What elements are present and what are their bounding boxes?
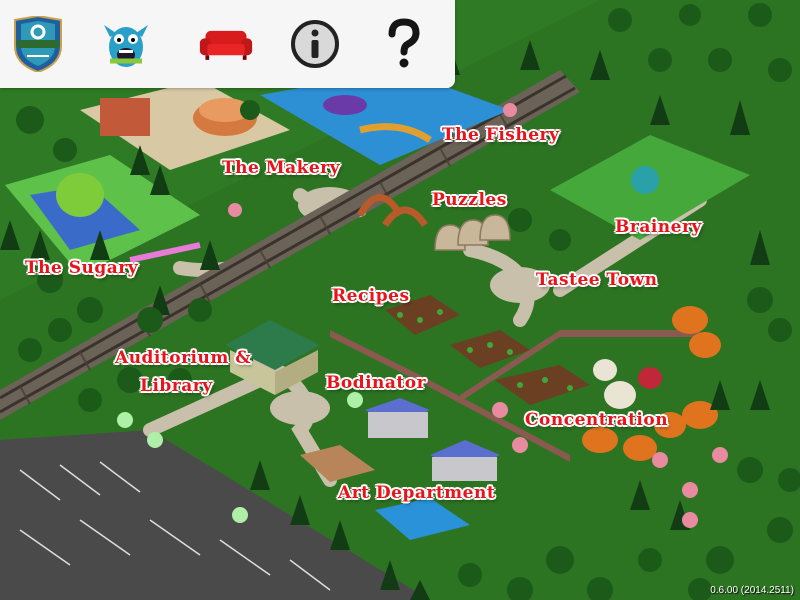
location-label-bodinator[interactable]: Bodinator — [326, 373, 426, 393]
shield-badge-icon — [14, 16, 62, 72]
location-label-puzzles[interactable]: Puzzles — [432, 190, 507, 210]
location-label-makery[interactable]: The Makery — [222, 158, 340, 178]
location-label-tastee-town[interactable]: Tastee Town — [536, 270, 658, 290]
location-label-fishery[interactable]: The Fishery — [442, 125, 559, 145]
location-label-concentration[interactable]: Concentration — [525, 410, 668, 430]
location-label-recipes[interactable]: Recipes — [332, 286, 410, 306]
question-mark-icon — [388, 18, 420, 68]
sofa-icon — [199, 30, 253, 60]
location-label-art-department[interactable]: Art Department — [338, 483, 495, 503]
location-label-auditorium[interactable]: Auditorium & — [115, 348, 251, 368]
monster-button[interactable] — [98, 16, 154, 72]
top-toolbar — [0, 0, 455, 88]
location-label-brainery[interactable]: Brainery — [615, 217, 702, 237]
help-button[interactable] — [376, 16, 432, 72]
lounge-button[interactable] — [198, 16, 254, 72]
school-badge-button[interactable] — [10, 16, 66, 72]
location-label-sugary[interactable]: The Sugary — [25, 258, 138, 278]
monster-icon — [104, 25, 148, 67]
version-text: 0.6.00 (2014.2511) — [710, 585, 794, 596]
info-icon — [291, 20, 339, 68]
info-button[interactable] — [287, 16, 343, 72]
location-label-library[interactable]: Library — [140, 376, 213, 396]
